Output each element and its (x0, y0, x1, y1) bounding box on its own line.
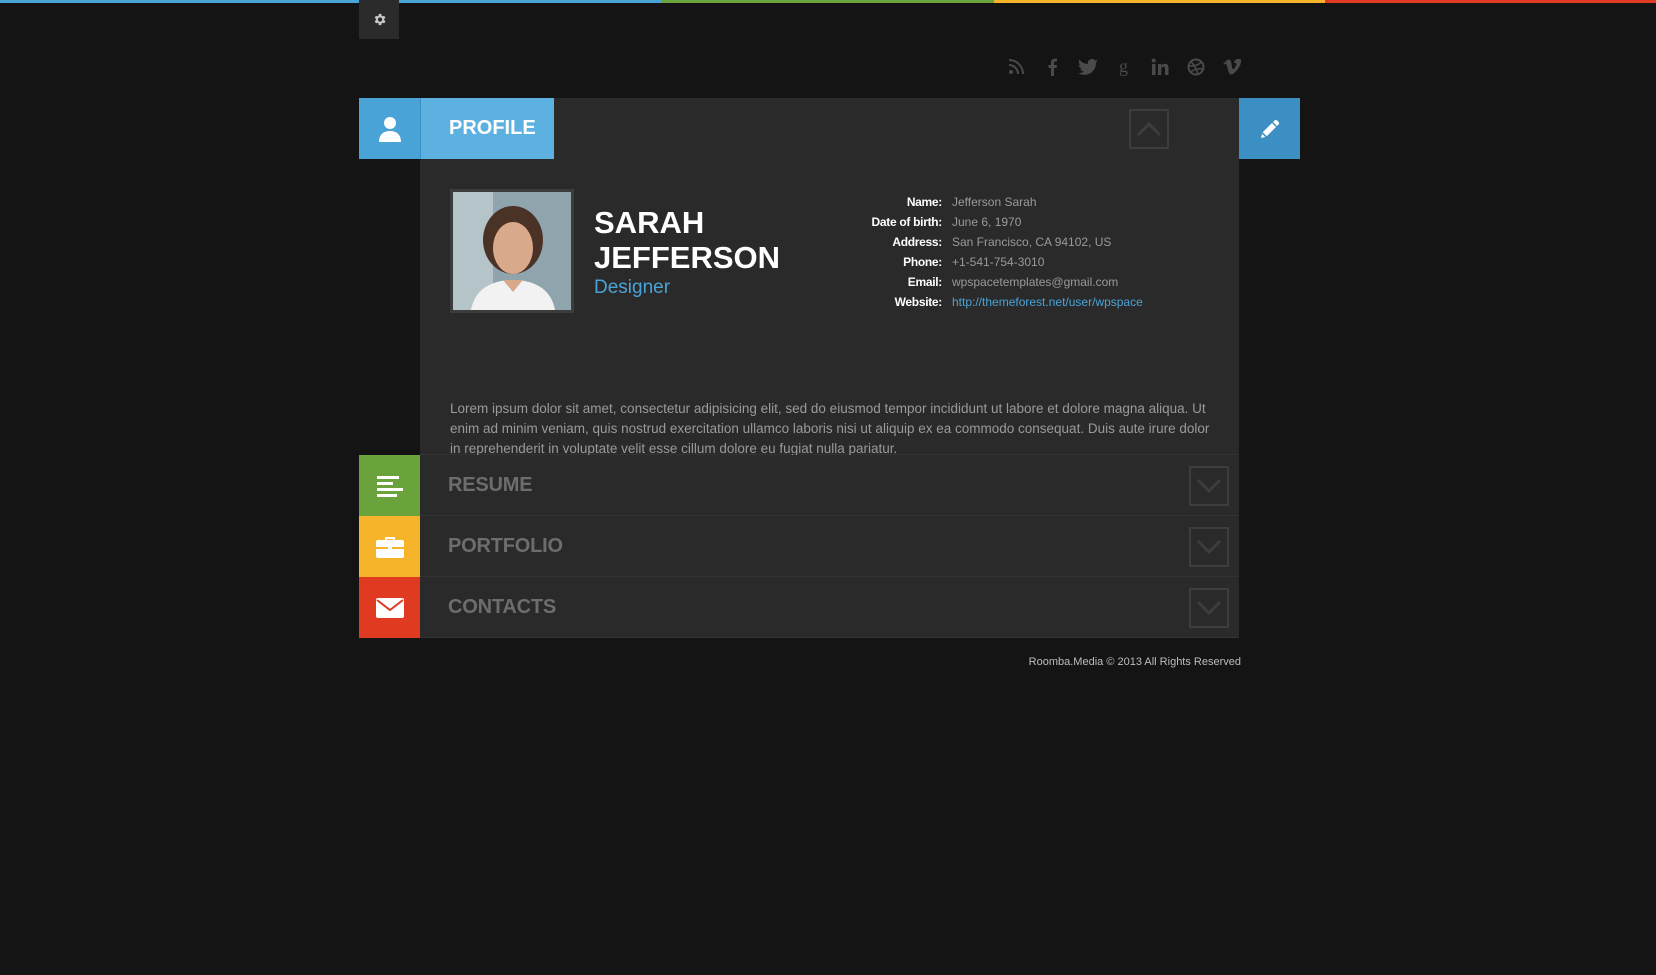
topbar-segment (662, 0, 994, 3)
chevron-down-icon (1196, 539, 1222, 555)
info-key: Email: (907, 275, 943, 289)
footer-copyright: Roomba.Media © 2013 All Rights Reserved (1028, 656, 1241, 668)
info-row: Address: San Francisco, CA 94102, US (840, 232, 1143, 252)
section-portfolio[interactable]: PORTFOLIO (359, 516, 1239, 577)
profile-content: SARAH JEFFERSON Designer Name: Jefferson … (420, 159, 1239, 456)
profile-photo (450, 189, 574, 313)
contacts-icon-box (359, 577, 420, 638)
info-value: San Francisco, CA 94102, US (952, 235, 1112, 249)
section-label: RESUME (448, 474, 533, 496)
info-row: Date of birth: June 6, 1970 (840, 212, 1143, 232)
first-name: SARAH (594, 205, 705, 240)
svg-text:g: g (1119, 58, 1128, 76)
chevron-down-icon (1196, 600, 1222, 616)
vimeo-icon[interactable] (1222, 57, 1242, 77)
section-resume[interactable]: RESUME (359, 455, 1239, 516)
topbar-segment (0, 0, 332, 3)
topbar-segment (1324, 0, 1656, 3)
info-row: Phone: +1-541-754-3010 (840, 252, 1143, 272)
chevron-up-icon (1136, 121, 1162, 137)
name-block: SARAH JEFFERSON Designer (594, 205, 780, 299)
info-row: Name: Jefferson Sarah (840, 192, 1143, 212)
resume-icon-box (359, 455, 420, 516)
expand-button[interactable] (1189, 527, 1229, 567)
info-row: Email: wpspacetemplates@gmail.com (840, 272, 1143, 292)
profile-icon-box[interactable] (359, 98, 420, 159)
facebook-icon[interactable] (1042, 57, 1062, 77)
website-link[interactable]: http://themeforest.net/user/wpspace (952, 295, 1143, 309)
dribbble-icon[interactable] (1186, 57, 1206, 77)
bio-text: Lorem ipsum dolor sit amet, consectetur … (450, 401, 1210, 456)
collapse-button[interactable] (1129, 109, 1169, 149)
resume-panel: PROFILE SARAH JEFFERSON Designer Name: Je… (359, 98, 1300, 638)
info-value: Jefferson Sarah (952, 195, 1037, 209)
last-name: JEFFERSON (594, 240, 781, 275)
list-icon (376, 475, 403, 497)
info-key: Phone: (903, 255, 942, 269)
section-label: PORTFOLIO (448, 535, 563, 557)
topbar-segment (993, 0, 1325, 3)
info-value: +1-541-754-3010 (952, 255, 1045, 269)
personal-info: Name: Jefferson Sarah Date of birth: June … (840, 192, 1143, 312)
tab-profile[interactable]: PROFILE (420, 98, 554, 159)
gear-icon (374, 13, 385, 26)
linkedin-icon[interactable] (1150, 57, 1170, 77)
info-key: Address: (892, 235, 942, 249)
job-title: Designer (594, 277, 671, 298)
envelope-icon (375, 597, 404, 618)
info-value: wpspacetemplates@gmail.com (952, 275, 1119, 289)
briefcase-icon (375, 536, 404, 558)
expand-button[interactable] (1189, 588, 1229, 628)
profile-header: PROFILE (359, 98, 1300, 159)
info-key: Date of birth: (871, 215, 943, 229)
section-contacts[interactable]: CONTACTS (359, 577, 1239, 638)
info-key: Name: (906, 195, 942, 209)
user-icon (378, 116, 401, 142)
social-links: g (1006, 57, 1242, 77)
info-key: Website: (894, 295, 943, 309)
portfolio-icon-box (359, 516, 420, 577)
rss-icon[interactable] (1006, 57, 1026, 77)
pencil-icon (1260, 119, 1279, 138)
chevron-down-icon (1196, 478, 1222, 494)
info-row: Website: http://themeforest.net/user/wpsp… (840, 292, 1143, 312)
edit-button[interactable] (1239, 98, 1300, 159)
twitter-icon[interactable] (1078, 57, 1098, 77)
expand-button[interactable] (1189, 466, 1229, 506)
settings-button[interactable] (359, 0, 399, 39)
section-label: CONTACTS (448, 596, 557, 618)
google-plus-icon[interactable]: g (1114, 57, 1134, 77)
info-value: June 6, 1970 (952, 215, 1022, 229)
top-color-bar (0, 0, 1656, 3)
